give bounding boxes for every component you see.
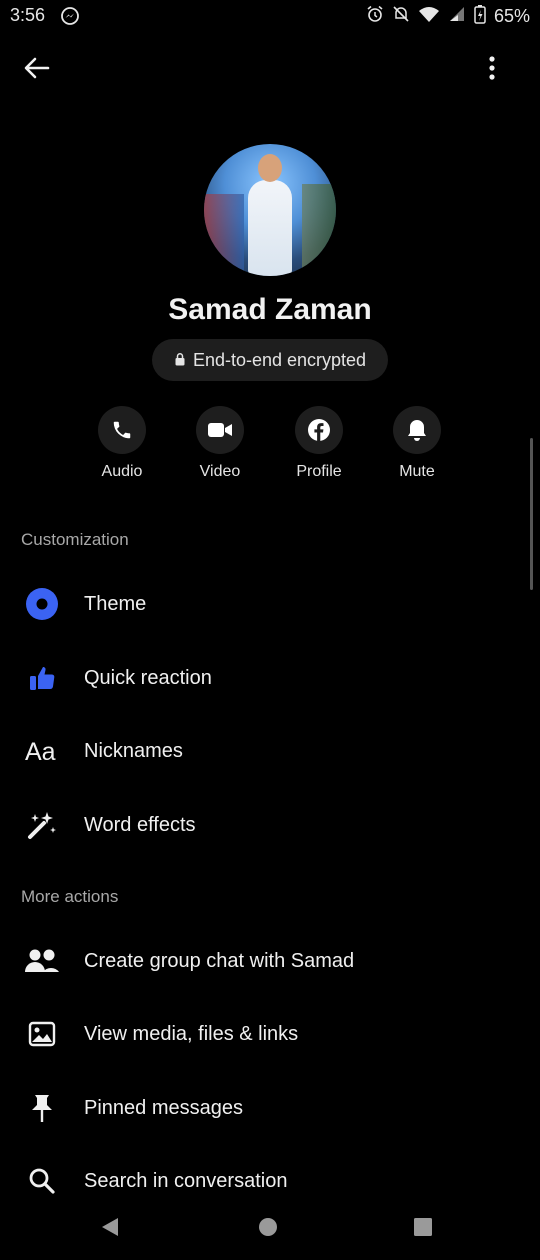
menu-item-nicknames[interactable]: Aa Nicknames — [0, 723, 540, 779]
nav-home-icon[interactable] — [250, 1212, 286, 1242]
phone-icon — [98, 406, 146, 454]
menu-item-theme[interactable]: Theme — [0, 576, 540, 632]
profile-button[interactable]: Profile — [274, 406, 364, 481]
facebook-icon — [295, 406, 343, 454]
lock-icon — [174, 350, 186, 371]
profile-label: Profile — [296, 463, 342, 480]
video-label: Video — [199, 463, 241, 480]
section-header-more-actions: More actions — [21, 887, 119, 906]
mute-button[interactable]: Mute — [372, 406, 462, 481]
avatar-background — [204, 194, 244, 276]
section-header-customization: Customization — [21, 530, 129, 549]
pin-icon — [22, 1088, 62, 1128]
image-icon — [22, 1014, 62, 1054]
search-icon — [22, 1161, 62, 1201]
mute-icon — [392, 5, 410, 28]
thumbs-up-icon — [22, 658, 62, 698]
menu-item-word-effects[interactable]: Word effects — [0, 797, 540, 853]
menu-item-create-group[interactable]: Create group chat with Samad — [0, 933, 540, 989]
video-call-button[interactable]: Video — [175, 406, 265, 481]
menu-item-label: Pinned messages — [84, 1096, 243, 1119]
avatar[interactable] — [204, 144, 336, 276]
status-time: 3:56 — [10, 5, 46, 25]
encryption-label: End-to-end encrypted — [192, 349, 367, 370]
group-icon — [22, 941, 62, 981]
battery-percent: 65% — [493, 6, 530, 26]
menu-item-label: View media, files & links — [84, 1022, 299, 1045]
nav-back-icon[interactable] — [92, 1212, 128, 1242]
menu-item-label: Theme — [84, 592, 147, 615]
svg-text:Aa: Aa — [25, 738, 56, 765]
audio-call-button[interactable]: Audio — [77, 406, 167, 481]
avatar-person-head — [258, 154, 282, 182]
avatar-background-right — [302, 184, 336, 276]
status-bar: 3:56 65% — [0, 0, 540, 32]
alarm-icon — [366, 5, 384, 28]
mute-label: Mute — [399, 463, 435, 480]
menu-item-quick-reaction[interactable]: Quick reaction — [0, 650, 540, 706]
magic-wand-icon — [22, 805, 62, 845]
menu-item-label: Quick reaction — [84, 666, 212, 689]
nav-recents-icon[interactable] — [405, 1212, 441, 1242]
menu-item-label: Word effects — [84, 813, 196, 836]
bell-icon — [393, 406, 441, 454]
profile-name: Samad Zaman — [168, 293, 372, 326]
back-arrow-icon[interactable] — [18, 50, 56, 86]
theme-circle-icon — [22, 584, 62, 624]
messenger-notification-icon — [60, 6, 80, 31]
audio-label: Audio — [101, 463, 143, 480]
menu-item-label: Create group chat with Samad — [84, 949, 355, 972]
wifi-icon — [418, 5, 440, 28]
battery-icon — [474, 4, 486, 29]
video-camera-icon — [196, 406, 244, 454]
encryption-badge[interactable]: End-to-end encrypted — [152, 339, 388, 381]
more-vertical-icon[interactable] — [476, 50, 508, 86]
navigation-bar — [0, 1200, 540, 1260]
menu-item-pinned-messages[interactable]: Pinned messages — [0, 1080, 540, 1136]
menu-item-label: Nicknames — [84, 739, 183, 762]
menu-item-view-media[interactable]: View media, files & links — [0, 1006, 540, 1062]
menu-item-label: Search in conversation — [84, 1169, 288, 1192]
scrollbar[interactable] — [530, 438, 533, 590]
nickname-aa-icon: Aa — [22, 731, 62, 771]
signal-icon — [448, 5, 466, 28]
avatar-person — [248, 180, 292, 276]
